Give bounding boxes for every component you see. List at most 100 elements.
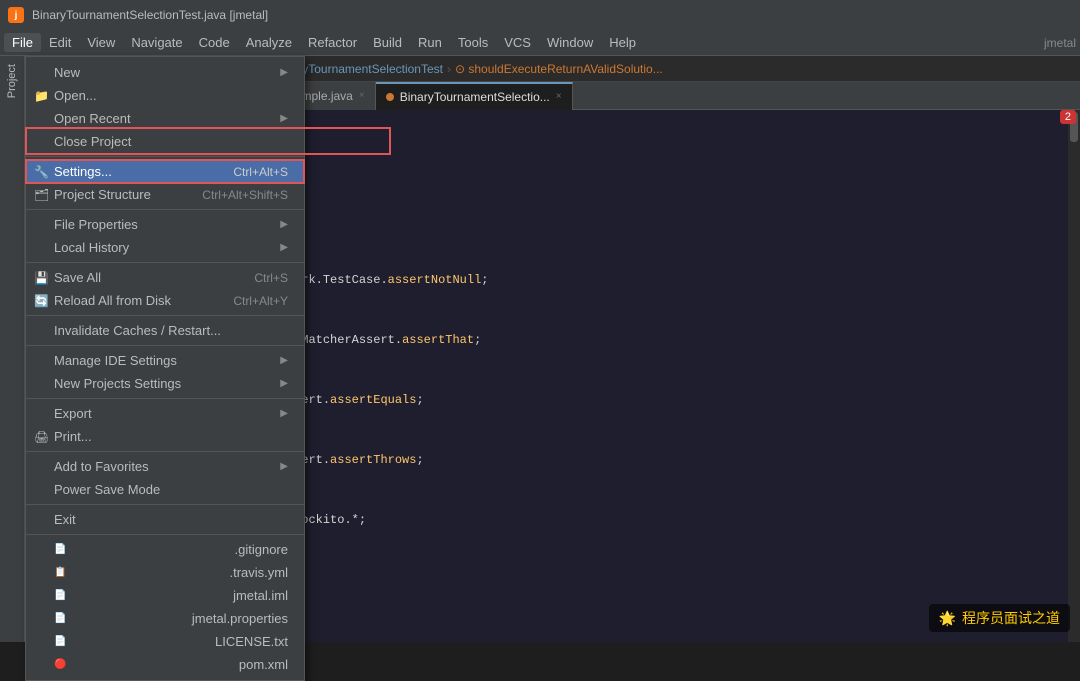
new-projects-arrow: ▶ [280,378,288,389]
menu-navigate[interactable]: Navigate [123,33,190,52]
settings-shortcut: Ctrl+Alt+S [233,165,288,179]
menu-item-invalidate[interactable]: Invalidate Caches / Restart... [26,319,304,342]
menu-item-open[interactable]: 📁 Open... [26,84,304,107]
menu-item-file-properties[interactable]: File Properties ▶ [26,213,304,236]
watermark-text: 程序员面试之道 [962,608,1060,628]
menu-code[interactable]: Code [191,33,238,52]
menu-item-settings[interactable]: 🔧 Settings... Ctrl+Alt+S [26,160,304,183]
menu-tools[interactable]: Tools [450,33,496,52]
breadcrumb-method[interactable]: ⊙ shouldExecuteReturnAValidSolutio... [455,62,663,76]
menu-item-local-history[interactable]: Local History ▶ [26,236,304,259]
menu-item-add-favorites[interactable]: Add to Favorites ▶ [26,455,304,478]
add-favorites-label: Add to Favorites [54,459,149,474]
project-structure-label: Project Structure [54,187,151,202]
travis-icon: 📋 [54,567,66,578]
tab-binary[interactable]: BinaryTournamentSelectio... × [376,82,573,110]
project-sidebar: Project [0,56,25,642]
reload-shortcut: Ctrl+Alt+Y [233,294,288,308]
menu-edit[interactable]: Edit [41,33,79,52]
separator-6 [26,398,304,399]
app-icon: j [8,7,24,23]
separator-1 [26,156,304,157]
title-text: BinaryTournamentSelectionTest.java [jmet… [32,8,268,22]
new-arrow: ▶ [280,67,288,78]
menu-run[interactable]: Run [410,33,450,52]
separator-2 [26,209,304,210]
iml-icon: 📄 [54,590,66,601]
tab-genetic-close[interactable]: × [359,90,365,101]
menu-window[interactable]: Window [539,33,601,52]
power-save-label: Power Save Mode [54,482,160,497]
menu-item-jmetal-iml[interactable]: 📄 jmetal.iml [26,584,304,607]
menu-help[interactable]: Help [601,33,644,52]
menu-bar: File Edit View Navigate Code Analyze Ref… [0,30,1080,56]
print-label: Print... [54,429,92,444]
reload-icon: 🔄 [34,294,49,308]
menu-item-travis[interactable]: 📋 .travis.yml [26,561,304,584]
jmetal-iml-label: jmetal.iml [233,588,288,603]
menu-item-manage-ide[interactable]: Manage IDE Settings ▶ [26,349,304,372]
menu-item-gitignore[interactable]: 📄 .gitignore [26,538,304,561]
menu-analyze[interactable]: Analyze [238,33,300,52]
title-bar: j BinaryTournamentSelectionTest.java [jm… [0,0,1080,30]
travis-label: .travis.yml [230,565,289,580]
project-structure-icon: 🗂 [34,188,49,202]
new-label: New [54,65,80,80]
watermark-icon: 🌟 [939,610,956,627]
export-arrow: ▶ [280,408,288,419]
file-dropdown-menu: New ▶ 📁 Open... Open Recent ▶ Close Proj… [25,56,305,681]
local-history-label: Local History [54,240,129,255]
menu-item-power-save[interactable]: Power Save Mode [26,478,304,501]
scroll-gutter [1068,110,1080,642]
menu-item-project-structure[interactable]: 🗂 Project Structure Ctrl+Alt+Shift+S [26,183,304,206]
open-recent-label: Open Recent [54,111,131,126]
settings-icon: 🔧 [34,165,49,179]
save-all-label: Save All [54,270,101,285]
reload-label: Reload All from Disk [54,293,171,308]
file-properties-label: File Properties [54,217,138,232]
menu-item-reload[interactable]: 🔄 Reload All from Disk Ctrl+Alt+Y [26,289,304,312]
menu-item-export[interactable]: Export ▶ [26,402,304,425]
menu-refactor[interactable]: Refactor [300,33,365,52]
menu-vcs[interactable]: VCS [496,33,539,52]
menu-item-open-recent[interactable]: Open Recent ▶ [26,107,304,130]
file-properties-arrow: ▶ [280,219,288,230]
menu-item-close-project[interactable]: Close Project [26,130,304,153]
tab-binary-label: BinaryTournamentSelectio... [400,90,550,104]
new-projects-label: New Projects Settings [54,376,181,391]
error-badge: 2 [1060,110,1076,124]
sidebar-project-label[interactable]: Project [4,60,20,102]
menu-item-new-projects[interactable]: New Projects Settings ▶ [26,372,304,395]
local-history-arrow: ▶ [280,242,288,253]
file-dropdown-overlay: New ▶ 📁 Open... Open Recent ▶ Close Proj… [25,56,305,681]
pom-label: pom.xml [239,657,288,672]
open-recent-arrow: ▶ [280,113,288,124]
main-layout: Project New ▶ 📁 Open... Open Recent ▶ [0,56,1080,642]
print-icon: 🖨 [34,430,49,444]
menu-item-pom[interactable]: 🔴 pom.xml [26,653,304,676]
menu-build[interactable]: Build [365,33,410,52]
save-shortcut: Ctrl+S [254,271,288,285]
menu-view[interactable]: View [79,33,123,52]
menu-file[interactable]: File [4,33,41,52]
menu-item-jmetal-props[interactable]: 📄 jmetal.properties [26,607,304,630]
manage-ide-label: Manage IDE Settings [54,353,177,368]
tab-binary-close[interactable]: × [556,91,562,102]
exit-label: Exit [54,512,76,527]
settings-label: Settings... [54,164,112,179]
separator-8 [26,504,304,505]
sep4: › [447,62,451,76]
separator-5 [26,345,304,346]
separator-3 [26,262,304,263]
close-project-label: Close Project [54,134,131,149]
separator-7 [26,451,304,452]
gitignore-label: .gitignore [235,542,288,557]
menu-item-save-all[interactable]: 💾 Save All Ctrl+S [26,266,304,289]
separator-9 [26,534,304,535]
menu-item-new[interactable]: New ▶ [26,61,304,84]
open-label: Open... [54,88,97,103]
menu-item-print[interactable]: 🖨 Print... [26,425,304,448]
menu-item-exit[interactable]: Exit [26,508,304,531]
pom-icon: 🔴 [54,659,66,670]
invalidate-label: Invalidate Caches / Restart... [54,323,221,338]
